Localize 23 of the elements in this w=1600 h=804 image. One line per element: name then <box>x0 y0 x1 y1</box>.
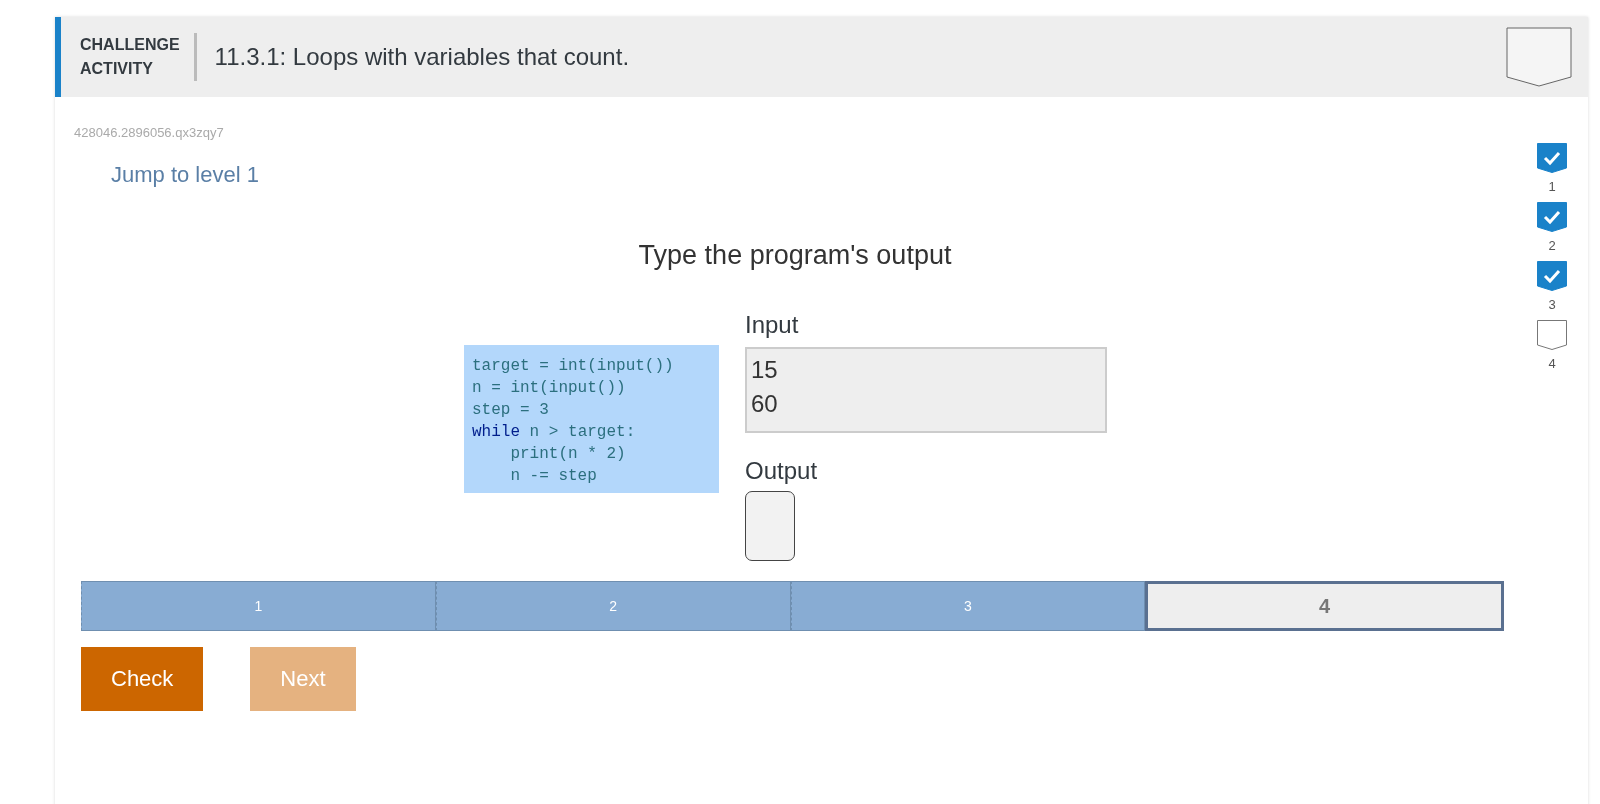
level-segment[interactable]: 2 <box>435 581 791 631</box>
input-display: 15 60 <box>745 347 1107 433</box>
output-label: Output <box>745 457 818 485</box>
checked-level-icon[interactable] <box>1537 202 1567 232</box>
code-block: target = int(input()) n = int(input()) step = 3 while n > target: print(n * 2) n -= step <box>464 345 719 493</box>
level-number: 4 <box>1548 356 1556 371</box>
checked-level-icon[interactable] <box>1537 143 1567 173</box>
level-segment[interactable]: 4 <box>1145 581 1504 631</box>
checked-level-icon[interactable] <box>1537 261 1567 291</box>
level-number: 2 <box>1548 238 1556 253</box>
level-segment[interactable]: 1 <box>81 581 436 631</box>
output-field[interactable] <box>745 491 795 561</box>
level-flag-icon[interactable] <box>1537 320 1567 350</box>
jump-to-level-link[interactable]: Jump to level 1 <box>111 162 259 188</box>
activity-type-label: CHALLENGE ACTIVITY <box>80 33 197 81</box>
activity-id: 428046.2896056.qx3zqy7 <box>74 125 225 140</box>
level-number: 1 <box>1548 179 1556 194</box>
activity-title: 11.3.1: Loops with variables that count. <box>214 43 631 71</box>
instruction-heading: Type the program's output <box>637 240 953 271</box>
input-label: Input <box>745 311 799 339</box>
level-segment[interactable]: 3 <box>790 581 1146 631</box>
check-button[interactable]: Check <box>81 647 204 711</box>
level-number: 3 <box>1548 297 1556 312</box>
